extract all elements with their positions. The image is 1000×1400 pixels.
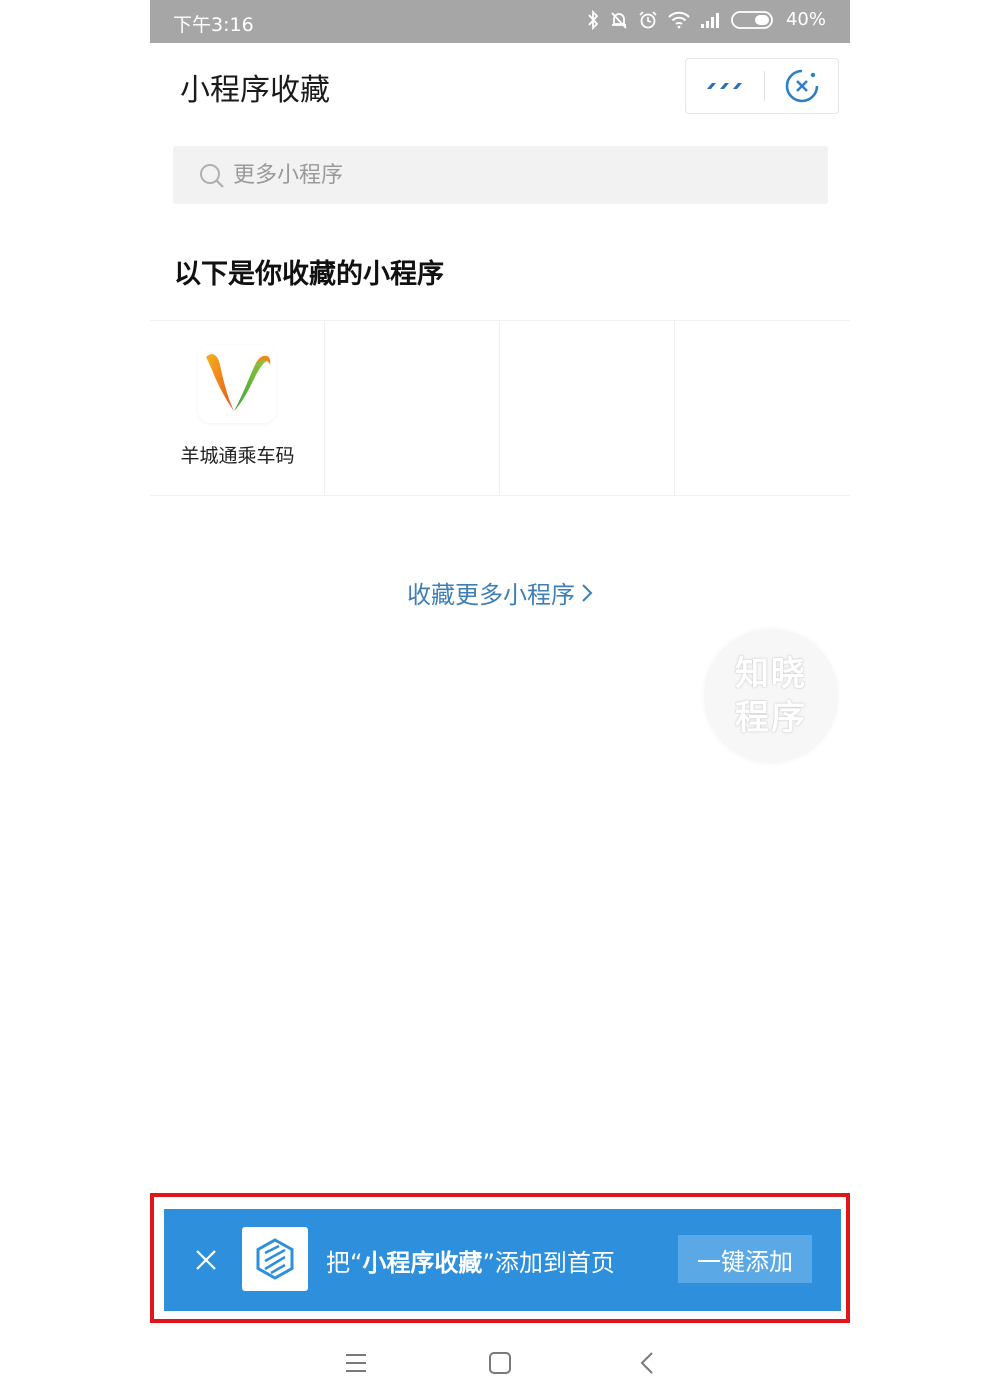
favorites-app-icon [242, 1227, 308, 1291]
add-to-home-banner: 把“小程序收藏”添加到首页 一键添加 [164, 1209, 841, 1311]
back-chevron-icon [640, 1352, 653, 1374]
one-click-add-button[interactable]: 一键添加 [678, 1235, 812, 1283]
banner-highlight: 小程序收藏 [362, 1249, 483, 1277]
search-icon [200, 164, 224, 188]
app-name: 羊城通乘车码 [180, 445, 295, 467]
banner-suffix: ”添加到首页 [482, 1249, 615, 1277]
banner-message: 把“小程序收藏”添加到首页 [326, 1243, 615, 1278]
signal-icon [700, 12, 719, 28]
wifi-icon [668, 11, 690, 28]
watermark-logo: 知晓 程序 [705, 630, 837, 762]
empty-grid-cell [500, 321, 675, 495]
status-bar: 下午3:16 40% [150, 0, 850, 43]
bluetooth-icon [588, 9, 599, 30]
chevron-right-icon [581, 581, 593, 609]
battery-percent: 40% [785, 9, 826, 30]
alarm-icon [639, 10, 657, 28]
phone-screen: 下午3:16 40% 小程序收藏 更多小程序 以下是你收藏的小程序 羊城通乘车码… [150, 0, 850, 1400]
empty-grid-cell [675, 321, 850, 495]
close-icon [196, 1250, 216, 1270]
capsule-menu [685, 58, 839, 114]
nav-back-button[interactable] [627, 1343, 667, 1383]
search-input[interactable] [233, 146, 813, 204]
favorites-grid: 羊城通乘车码 [150, 320, 850, 496]
exit-icon [785, 69, 818, 103]
header: 小程序收藏 [150, 43, 850, 128]
mute-bell-icon [611, 11, 627, 29]
system-nav-bar [150, 1325, 850, 1400]
search-bar[interactable] [173, 146, 828, 204]
nav-menu-button[interactable] [336, 1343, 376, 1383]
more-button[interactable] [686, 59, 764, 113]
menu-icon [346, 1354, 366, 1372]
yct-logo-icon [198, 345, 276, 423]
more-dots-icon [707, 83, 742, 89]
home-square-icon [489, 1352, 511, 1374]
collect-more-label: 收藏更多小程序 [407, 581, 575, 609]
status-time: 下午3:16 [173, 14, 254, 36]
favorite-app-item[interactable]: 羊城通乘车码 [150, 321, 325, 495]
banner-close-button[interactable] [186, 1240, 226, 1280]
section-title: 以下是你收藏的小程序 [174, 259, 444, 290]
banner-prefix: 把“ [326, 1249, 363, 1277]
watermark-line2: 程序 [735, 698, 807, 738]
nav-home-button[interactable] [480, 1343, 520, 1383]
exit-button[interactable] [765, 59, 838, 113]
highlight-frame: 把“小程序收藏”添加到首页 一键添加 [150, 1193, 850, 1323]
battery-icon [731, 10, 773, 29]
watermark-line1: 知晓 [735, 654, 807, 694]
empty-grid-cell [325, 321, 500, 495]
page-title: 小程序收藏 [180, 73, 330, 108]
collect-more-link[interactable]: 收藏更多小程序 [150, 575, 850, 610]
status-icons: 40% [586, 9, 826, 30]
